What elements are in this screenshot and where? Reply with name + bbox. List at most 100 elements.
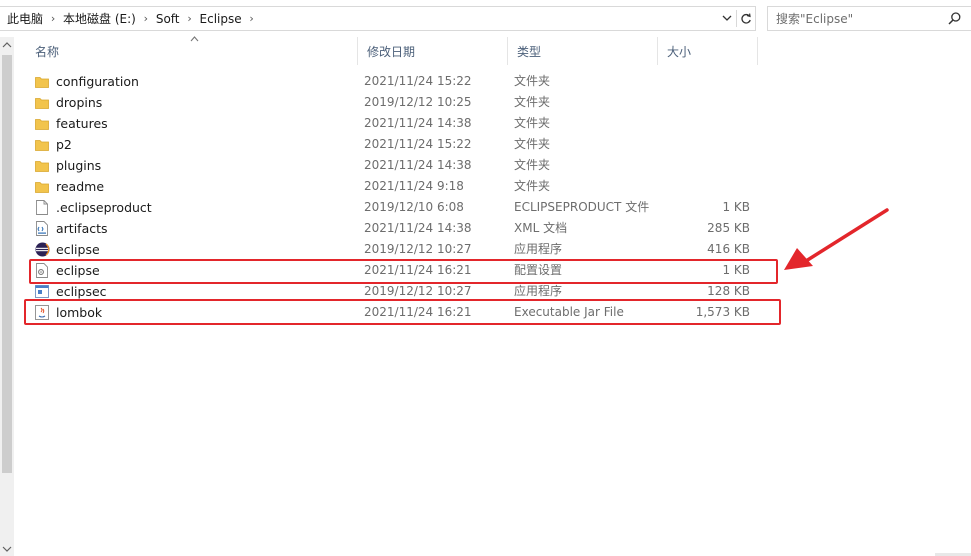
file-type: 文件夹 — [514, 95, 551, 109]
scrollbar-thumb[interactable] — [2, 55, 12, 473]
file-row[interactable]: eclipsec 2019/12/12 10:27 应用程序 128 KB — [26, 281, 758, 302]
folder-icon — [33, 176, 51, 197]
file-date: 2021/11/24 14:38 — [364, 221, 472, 235]
history-dropdown-button[interactable] — [718, 7, 736, 30]
file-date: 2021/11/24 15:22 — [364, 137, 472, 151]
scroll-up-arrow-icon[interactable] — [2, 42, 12, 48]
breadcrumb-drive-e[interactable]: 本地磁盘 (E:) — [60, 10, 139, 27]
file-date: 2019/12/12 10:27 — [364, 284, 472, 298]
file-row[interactable]: features 2021/11/24 14:38 文件夹 — [26, 113, 758, 134]
file-size: 416 KB — [707, 242, 750, 256]
breadcrumb-eclipse[interactable]: Eclipse — [197, 12, 245, 26]
file-row[interactable]: readme 2021/11/24 9:18 文件夹 — [26, 176, 758, 197]
file-name: readme — [56, 179, 105, 194]
file-type: 文件夹 — [514, 179, 551, 193]
search-icon[interactable] — [948, 12, 961, 28]
column-header-date[interactable]: 修改日期 — [358, 37, 508, 65]
column-headers: 名称 修改日期 类型 大小 — [26, 36, 758, 65]
file-row[interactable]: eclipse 2019/12/12 10:27 应用程序 416 KB — [26, 239, 758, 260]
file-size — [666, 134, 750, 155]
file-date: 2019/12/10 6:08 — [364, 200, 464, 214]
column-header-size[interactable]: 大小 — [658, 37, 758, 65]
breadcrumb-this-pc[interactable]: 此电脑 — [4, 10, 46, 27]
search-input[interactable] — [776, 11, 946, 26]
file-date: 2021/11/24 15:22 — [364, 74, 472, 88]
file-row[interactable]: configuration 2021/11/24 15:22 文件夹 — [26, 71, 758, 92]
file-row[interactable]: dropins 2019/12/12 10:25 文件夹 — [26, 92, 758, 113]
file-name: lombok — [56, 305, 103, 320]
file-size — [666, 92, 750, 113]
file-name: artifacts — [56, 221, 108, 236]
file-type: 文件夹 — [514, 74, 551, 88]
file-date: 2021/11/24 16:21 — [364, 305, 472, 319]
file-type: 应用程序 — [514, 242, 563, 256]
file-type: 文件夹 — [514, 158, 551, 172]
file-size — [666, 71, 750, 92]
column-header-type[interactable]: 类型 — [508, 37, 658, 65]
file-type: 配置设置 — [514, 263, 563, 277]
file-date: 2019/12/12 10:25 — [364, 95, 472, 109]
address-toolbar: 此电脑 › 本地磁盘 (E:) › Soft › Eclipse › — [0, 0, 971, 37]
file-name: eclipse — [56, 242, 100, 257]
column-name-label: 名称 — [35, 44, 60, 59]
chevron-right-icon[interactable]: › — [183, 12, 197, 25]
file-size — [666, 155, 750, 176]
folder-icon — [33, 71, 51, 92]
xml-file-icon — [33, 218, 51, 239]
file-date: 2021/11/24 14:38 — [364, 116, 472, 130]
file-name: dropins — [56, 95, 103, 110]
file-date: 2021/11/24 14:38 — [364, 158, 472, 172]
chevron-right-icon[interactable]: › — [46, 12, 60, 25]
file-row[interactable]: p2 2021/11/24 15:22 文件夹 — [26, 134, 758, 155]
eclipse-app-icon — [33, 239, 51, 260]
file-row[interactable]: .eclipseproduct 2019/12/10 6:08 ECLIPSEP… — [26, 197, 758, 218]
breadcrumb-soft[interactable]: Soft — [153, 12, 183, 26]
ini-file-icon — [33, 260, 51, 281]
file-type: XML 文档 — [514, 221, 568, 235]
file-list: 名称 修改日期 类型 大小 configuration 2021/11/24 1… — [26, 36, 971, 556]
file-row[interactable]: artifacts 2021/11/24 14:38 XML 文档 285 KB — [26, 218, 758, 239]
sort-ascending-icon — [190, 36, 199, 42]
file-size: 1,573 KB — [695, 305, 750, 319]
file-row[interactable]: eclipse 2021/11/24 16:21 配置设置 1 KB — [26, 260, 758, 281]
file-type: ECLIPSEPRODUCT 文件 — [514, 200, 650, 214]
file-type: 应用程序 — [514, 284, 563, 298]
file-date: 2021/11/24 16:21 — [364, 263, 472, 277]
file-name: .eclipseproduct — [56, 200, 152, 215]
column-date-label: 修改日期 — [367, 44, 416, 59]
file-name: plugins — [56, 158, 102, 173]
file-name: p2 — [56, 137, 72, 152]
file-size: 128 KB — [707, 284, 750, 298]
refresh-button[interactable] — [737, 7, 755, 30]
blank-file-icon — [33, 197, 51, 218]
file-name: features — [56, 116, 108, 131]
file-name: configuration — [56, 74, 139, 89]
file-type: 文件夹 — [514, 137, 551, 151]
file-row[interactable]: lombok 2021/11/24 16:21 Executable Jar F… — [26, 302, 758, 323]
file-type: 文件夹 — [514, 116, 551, 130]
chevron-right-icon[interactable]: › — [245, 12, 259, 25]
chevron-down-icon — [722, 15, 732, 21]
folder-icon — [33, 155, 51, 176]
address-bar[interactable]: 此电脑 › 本地磁盘 (E:) › Soft › Eclipse › — [0, 6, 756, 31]
file-size — [666, 176, 750, 197]
file-row[interactable]: plugins 2021/11/24 14:38 文件夹 — [26, 155, 758, 176]
folder-icon — [33, 92, 51, 113]
search-box — [767, 6, 971, 31]
nav-pane-scrollbar[interactable] — [0, 37, 14, 556]
file-name: eclipse — [56, 263, 100, 278]
scroll-down-arrow-icon[interactable] — [2, 546, 12, 552]
jar-file-icon — [33, 302, 51, 323]
file-size: 1 KB — [722, 200, 750, 214]
column-type-label: 类型 — [517, 44, 542, 59]
file-name: eclipsec — [56, 284, 107, 299]
file-size: 1 KB — [722, 263, 750, 277]
folder-icon — [33, 134, 51, 155]
folder-icon — [33, 113, 51, 134]
file-type: Executable Jar File — [514, 305, 624, 319]
file-size: 285 KB — [707, 221, 750, 235]
chevron-right-icon[interactable]: › — [139, 12, 153, 25]
file-date: 2019/12/12 10:27 — [364, 242, 472, 256]
column-header-name[interactable]: 名称 — [26, 36, 358, 65]
breadcrumb: 此电脑 › 本地磁盘 (E:) › Soft › Eclipse › — [0, 7, 718, 30]
